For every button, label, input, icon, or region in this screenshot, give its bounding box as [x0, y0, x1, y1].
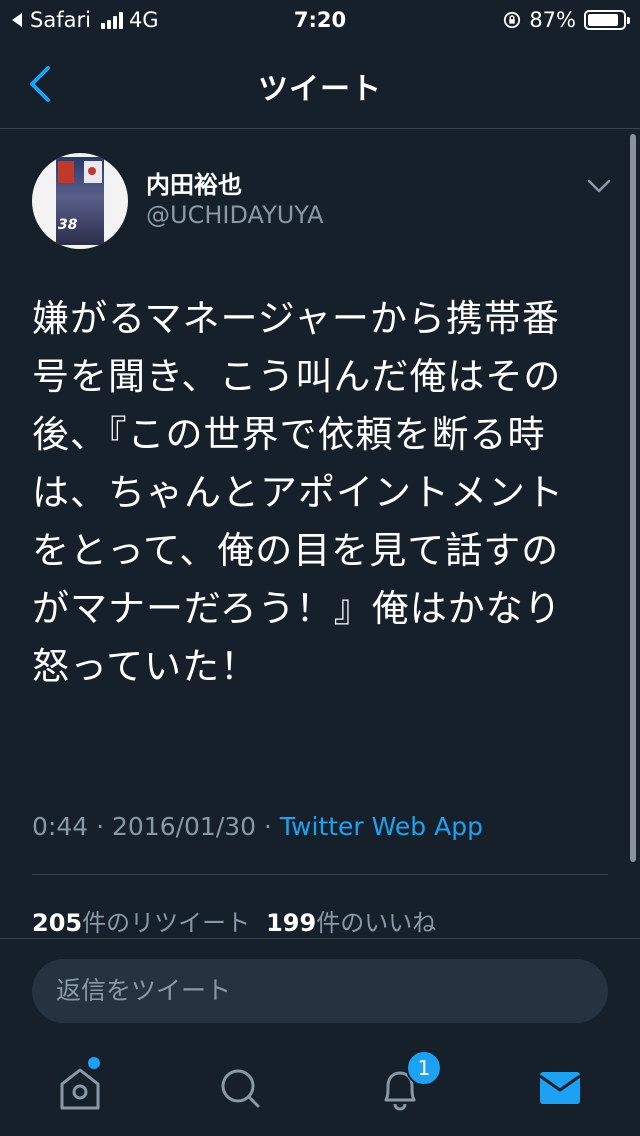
search-icon	[221, 1069, 260, 1108]
home-icon	[60, 1068, 100, 1110]
author-handle[interactable]: @UCHIDAYUYA	[146, 201, 324, 229]
status-right: 87%	[503, 8, 630, 32]
avatar-flag-shape	[58, 161, 74, 183]
tweet-text: 嫌がるマネージャーから携帯番号を聞き、こう叫んだ俺はその後、『この世界で依頼を断…	[32, 297, 564, 688]
tab-messages[interactable]	[530, 1062, 590, 1114]
meta-separator-2: ·	[256, 812, 280, 841]
rotation-lock-icon	[504, 11, 521, 29]
tab-notifications[interactable]: 1	[370, 1050, 442, 1114]
tab-search[interactable]	[210, 1062, 270, 1114]
tweet-meta: 0:44 · 2016/01/30 · Twitter Web App	[32, 812, 483, 841]
nav-header: ツイート	[0, 40, 640, 129]
retweet-stat[interactable]: 205件のリツイート	[32, 909, 250, 937]
avatar-image: 38	[56, 157, 104, 245]
tweet-time: 0:44	[32, 812, 89, 841]
like-stat[interactable]: 199件のいいね	[266, 909, 436, 937]
tab-bar: 1	[0, 1038, 640, 1136]
mail-icon	[539, 1072, 581, 1104]
reply-area: 返信をツイート	[0, 938, 640, 1039]
chevron-down-icon[interactable]	[586, 176, 612, 196]
page-title: ツイート	[258, 72, 382, 107]
like-label: 件のいいね	[316, 909, 437, 937]
divider	[32, 874, 608, 875]
like-count: 199	[266, 909, 317, 937]
author-name[interactable]: 内田裕也	[146, 165, 242, 200]
avatar-sun-shape	[88, 167, 96, 175]
retweet-count: 205	[32, 909, 83, 937]
tab-home[interactable]	[50, 1057, 110, 1114]
tweet-stats: 205件のリツイート 199件のいいね	[32, 903, 436, 938]
status-bar: Safari 4G 7:20 87%	[0, 0, 640, 40]
battery-percent: 87%	[529, 8, 576, 32]
reply-input[interactable]: 返信をツイート	[32, 959, 608, 1023]
notification-badge: 1	[406, 1050, 442, 1086]
source-app-link[interactable]: Twitter Web App	[280, 812, 483, 841]
retweet-label: 件のリツイート	[82, 909, 251, 937]
battery-icon	[584, 10, 630, 30]
scroll-indicator[interactable]	[630, 134, 636, 862]
avatar-number: 38	[58, 217, 78, 233]
tweet-date: 2016/01/30	[111, 812, 257, 841]
avatar[interactable]: 38	[32, 153, 128, 249]
meta-separator: ·	[88, 812, 112, 841]
home-new-dot	[88, 1057, 100, 1069]
